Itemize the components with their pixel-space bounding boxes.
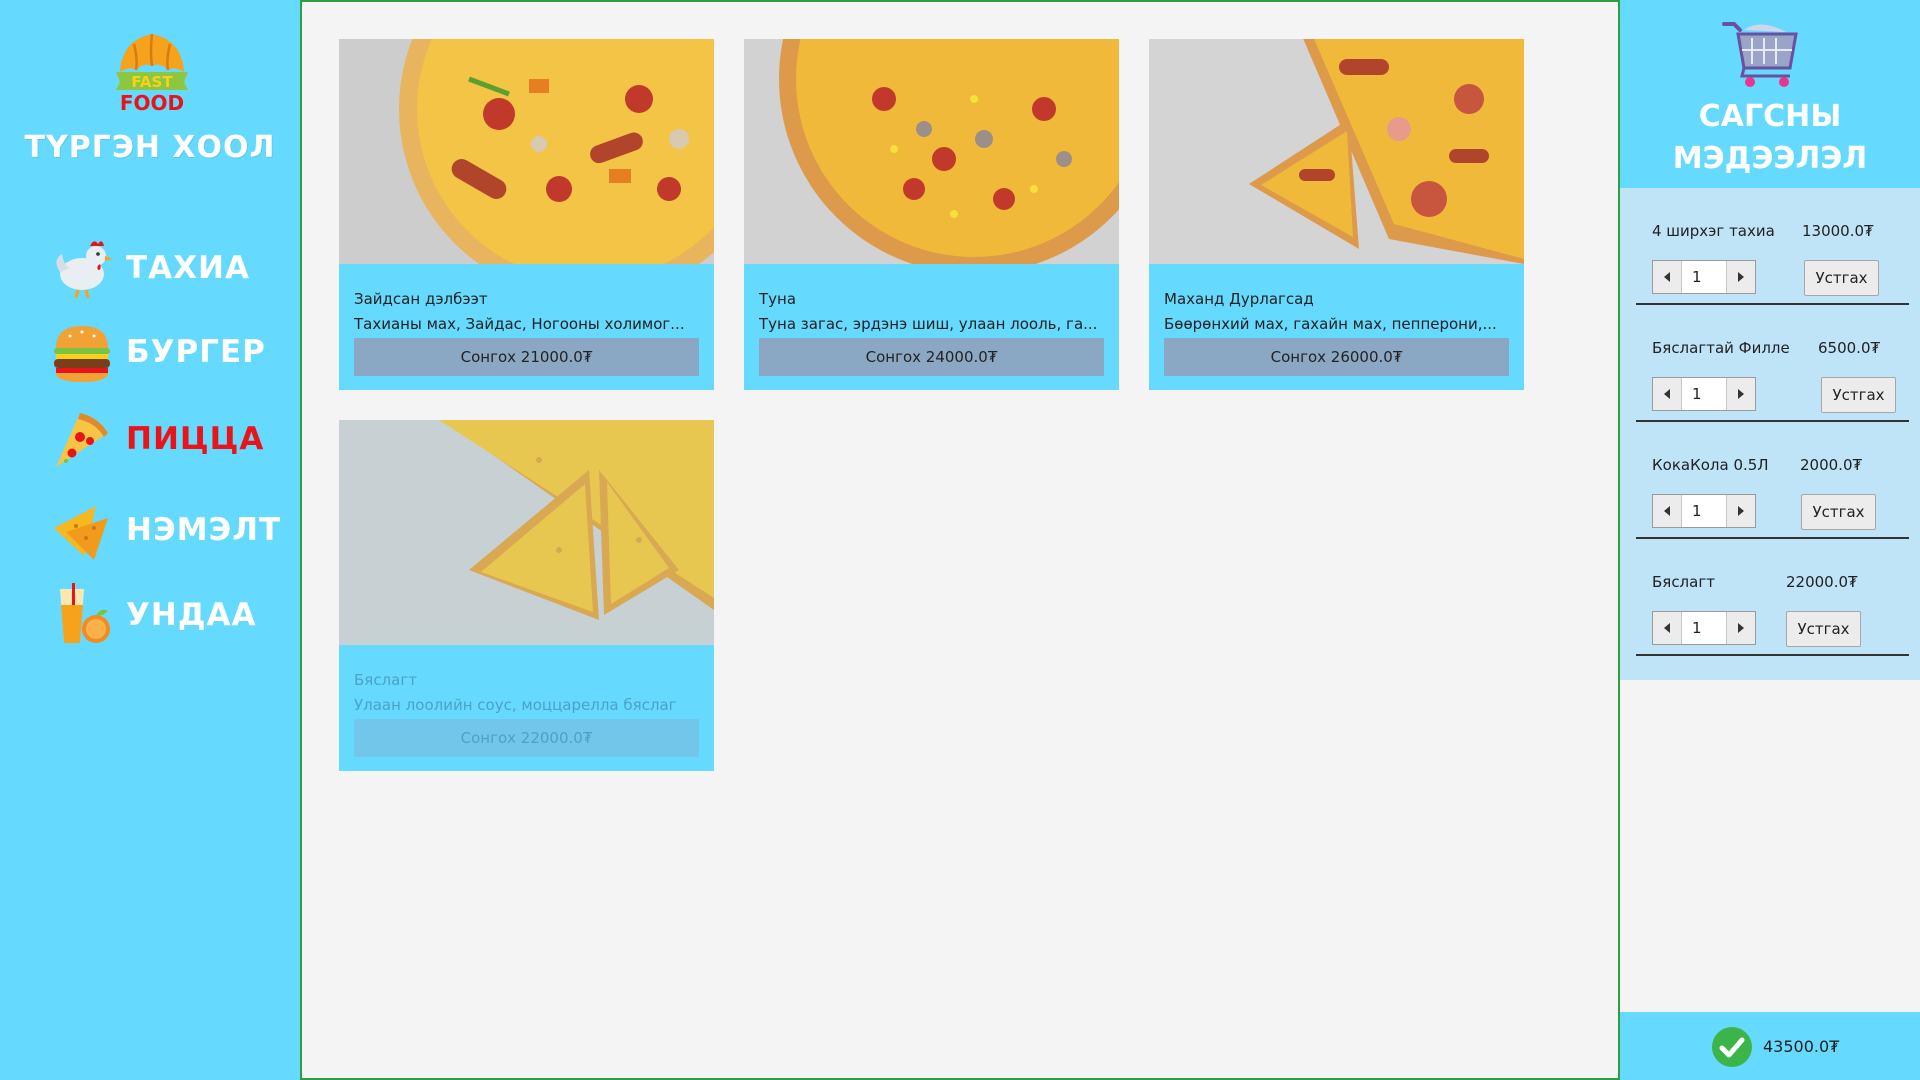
nav-label-chicken: ТАХИА — [126, 250, 250, 286]
product-card: Зайдсан дэлбээт Тахианы мах, Зайдас, Ног… — [339, 39, 714, 390]
cart-item-price: 22000.0₮ — [1786, 573, 1858, 591]
quantity-value[interactable]: 1 — [1681, 495, 1727, 527]
product-card: Маханд Дурлагсад Бөөрөнхий мах, гахайн м… — [1149, 39, 1524, 390]
decrease-button[interactable] — [1653, 378, 1681, 410]
nav-label-burger: БУРГЕР — [126, 334, 266, 370]
increase-button[interactable] — [1727, 612, 1755, 644]
product-card: Туна Туна загас, эрдэнэ шиш, улаан лооль… — [744, 39, 1119, 390]
cart-items-list: 4 ширхэг тахиа 13000.0₮ 1 Устгах Бяслагт… — [1620, 188, 1920, 680]
nachos-icon — [50, 498, 114, 562]
product-photo — [339, 39, 714, 264]
nav-item-sides[interactable]: НЭМЭЛТ — [50, 497, 280, 563]
cart-title-line1: САГСНЫ — [1698, 99, 1842, 134]
decrease-button[interactable] — [1653, 261, 1681, 293]
arrow-right-icon — [1738, 623, 1744, 633]
cart-panel: САГСНЫ МЭДЭЭЛЭЛ 4 ширхэг тахиа 13000.0₮ … — [1620, 0, 1920, 1080]
quantity-value[interactable]: 1 — [1681, 612, 1727, 644]
cart-item: Бяслагтай Филле 6500.0₮ 1 Устгах — [1636, 305, 1909, 422]
cart-header: САГСНЫ МЭДЭЭЛЭЛ — [1620, 0, 1920, 188]
arrow-right-icon — [1738, 272, 1744, 282]
nav-item-burger[interactable]: БУРГЕР — [50, 319, 280, 385]
nav-label-pizza: ПИЦЦА — [126, 421, 265, 457]
quantity-stepper: 1 — [1652, 611, 1756, 645]
pizza-icon — [50, 407, 114, 471]
cart-item-price: 2000.0₮ — [1800, 456, 1863, 474]
cart-item-price: 6500.0₮ — [1818, 339, 1881, 357]
cart-item-name: КокаКола 0.5Л — [1652, 456, 1769, 474]
decrease-button[interactable] — [1653, 495, 1681, 527]
nav-item-pizza[interactable]: ПИЦЦА — [50, 406, 280, 472]
burger-icon — [50, 320, 114, 384]
cart-title: САГСНЫ МЭДЭЭЛЭЛ — [1620, 96, 1920, 180]
cart-item-name: 4 ширхэг тахиа — [1652, 222, 1775, 240]
product-description: Туна загас, эрдэнэ шиш, улаан лооль, га.… — [759, 315, 1098, 333]
category-sidebar: FAST FOOD ТҮРГЭН ХООЛ ТАХИА БУРГЕР ПИЦЦА… — [0, 0, 300, 1080]
quantity-stepper: 1 — [1652, 377, 1756, 411]
product-name: Зайдсан дэлбээт — [354, 290, 488, 308]
arrow-right-icon — [1738, 389, 1744, 399]
remove-button[interactable]: Устгах — [1786, 611, 1861, 647]
cart-item-price: 13000.0₮ — [1802, 222, 1874, 240]
product-grid: Зайдсан дэлбээт Тахианы мах, Зайдас, Ног… — [300, 0, 1620, 1080]
brand-title: ТҮРГЭН ХООЛ — [24, 130, 276, 165]
cart-item-name: Бяслагтай Филле — [1652, 339, 1790, 357]
choose-button[interactable]: Сонгох 26000.0₮ — [1164, 338, 1509, 376]
fast-food-logo: FAST FOOD — [112, 26, 192, 115]
cart-item: Бяслагт 22000.0₮ 1 Устгах — [1636, 539, 1909, 656]
increase-button[interactable] — [1727, 495, 1755, 527]
nav-label-drinks: УНДАА — [126, 597, 257, 633]
checkout-check-icon[interactable] — [1711, 1026, 1753, 1068]
cart-item-name: Бяслагт — [1652, 573, 1715, 591]
arrow-left-icon — [1664, 506, 1670, 516]
svg-text:FOOD: FOOD — [120, 91, 184, 114]
product-description: Бөөрөнхий мах, гахайн мах, пепперони,... — [1164, 315, 1497, 333]
remove-button[interactable]: Устгах — [1821, 377, 1896, 413]
juice-icon — [50, 583, 114, 647]
remove-button[interactable]: Устгах — [1801, 494, 1876, 530]
nav-item-chicken[interactable]: ТАХИА — [50, 235, 280, 301]
decrease-button[interactable] — [1653, 612, 1681, 644]
product-photo — [1149, 39, 1524, 264]
product-name: Маханд Дурлагсад — [1164, 290, 1314, 308]
product-card: Бяслагт Улаан лоолийн соус, моццарелла б… — [339, 420, 714, 771]
increase-button[interactable] — [1727, 378, 1755, 410]
nav-label-sides: НЭМЭЛТ — [126, 512, 282, 548]
quantity-value[interactable]: 1 — [1681, 378, 1727, 410]
choose-button[interactable]: Сонгох 24000.0₮ — [759, 338, 1104, 376]
cart-total: 43500.0₮ — [1763, 1037, 1840, 1056]
chicken-icon — [50, 236, 114, 300]
svg-text:FAST: FAST — [131, 73, 173, 91]
quantity-stepper: 1 — [1652, 260, 1756, 294]
nav-item-drinks[interactable]: УНДАА — [50, 582, 280, 648]
product-name: Бяслагт — [354, 671, 417, 689]
choose-button[interactable]: Сонгох 21000.0₮ — [354, 338, 699, 376]
product-name: Туна — [759, 290, 797, 308]
increase-button[interactable] — [1727, 261, 1755, 293]
cart-item: КокаКола 0.5Л 2000.0₮ 1 Устгах — [1636, 422, 1909, 539]
quantity-value[interactable]: 1 — [1681, 261, 1727, 293]
product-photo — [339, 420, 714, 645]
arrow-left-icon — [1664, 623, 1670, 633]
cart-title-line2: МЭДЭЭЛЭЛ — [1672, 141, 1868, 176]
product-description: Улаан лоолийн соус, моццарелла бяслаг — [354, 696, 677, 714]
product-description: Тахианы мах, Зайдас, Ногооны холимог... — [354, 315, 685, 333]
arrow-right-icon — [1738, 506, 1744, 516]
arrow-left-icon — [1664, 389, 1670, 399]
choose-button[interactable]: Сонгох 22000.0₮ — [354, 719, 699, 757]
cart-footer: 43500.0₮ — [1620, 1012, 1920, 1080]
remove-button[interactable]: Устгах — [1804, 260, 1879, 296]
quantity-stepper: 1 — [1652, 494, 1756, 528]
arrow-left-icon — [1664, 272, 1670, 282]
product-photo — [744, 39, 1119, 264]
cart-item: 4 ширхэг тахиа 13000.0₮ 1 Устгах — [1636, 188, 1909, 305]
shopping-cart-icon — [1720, 20, 1800, 90]
